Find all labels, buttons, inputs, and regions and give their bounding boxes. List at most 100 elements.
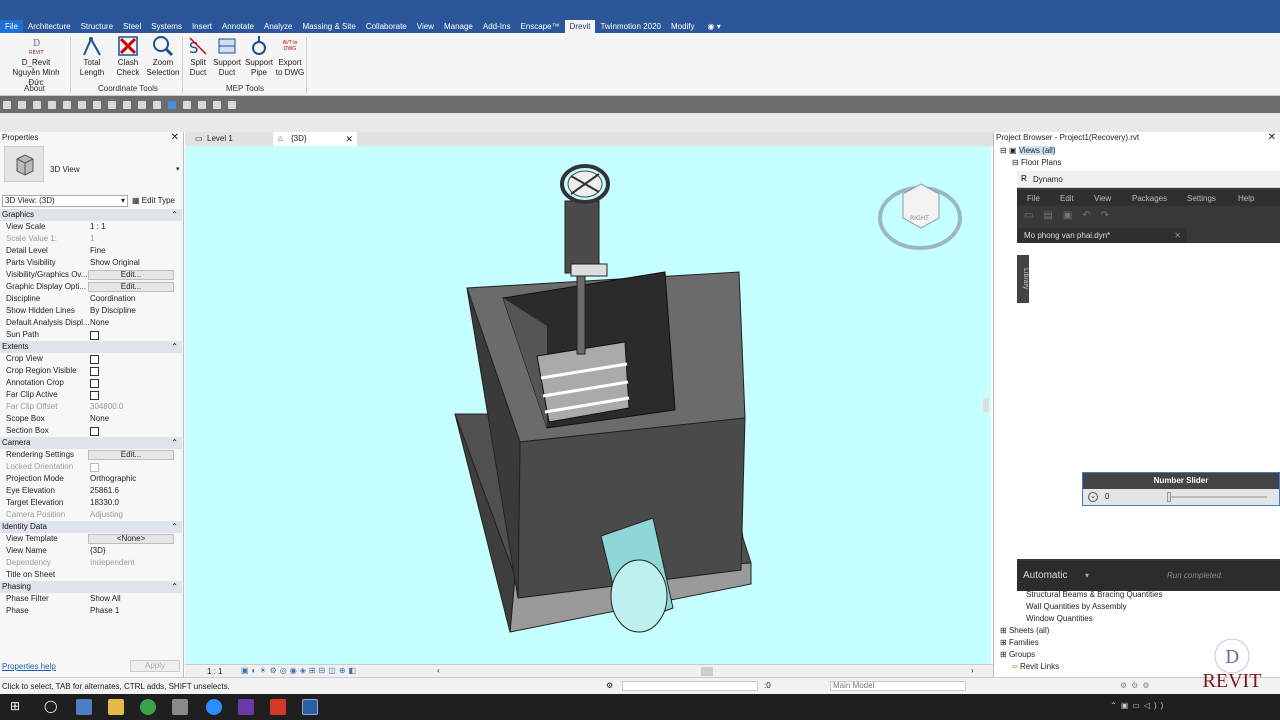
group-phasing[interactable]: Phasing ⌃ (0, 581, 182, 593)
sun-path-checkbox[interactable] (90, 331, 99, 340)
slider-thumb[interactable] (1167, 492, 1171, 502)
chevron-right-icon[interactable]: › (971, 666, 974, 675)
undo-icon[interactable] (48, 100, 56, 109)
prop-row[interactable]: Default Analysis Displ... None (0, 317, 180, 329)
prop-row[interactable]: Title on Sheet (0, 569, 180, 581)
tab-enscape[interactable]: Enscape™ (515, 20, 564, 33)
revit-taskbar-icon[interactable] (302, 699, 318, 715)
support-duct-button[interactable]: Support Duct (212, 35, 242, 78)
prop-row[interactable]: Discipline Coordination (0, 293, 180, 305)
dynamo-menu-edit[interactable]: Edit (1060, 194, 1074, 203)
zoom-selection-button[interactable]: Zoom Selection (146, 35, 180, 78)
tab-file[interactable]: File (0, 20, 23, 33)
prop-row[interactable]: Target Elevation 18330.0 (0, 497, 180, 509)
tree-item[interactable]: Structural Beams & Bracing Quantities (1026, 590, 1163, 599)
qat-icon[interactable] (18, 100, 26, 109)
tab-view[interactable]: View (412, 20, 439, 33)
tab-add-ins[interactable]: Add-Ins (478, 20, 516, 33)
chevron-left-icon[interactable]: ‹ (437, 666, 440, 675)
tab-analyze[interactable]: Analyze (259, 20, 297, 33)
print-icon[interactable] (78, 100, 86, 109)
prop-row[interactable]: Scope Box None (0, 413, 180, 425)
tab-twinmotion[interactable]: Twinmotion 2020 (595, 20, 665, 33)
horizontal-scrollbar[interactable] (701, 667, 713, 676)
zoom-icon[interactable] (206, 699, 222, 715)
apply-button[interactable]: Apply (130, 660, 180, 672)
rendering-edit-button[interactable]: Edit... (88, 450, 174, 460)
chevron-down-icon[interactable]: ▾ (1085, 571, 1089, 580)
redo-icon[interactable] (63, 100, 71, 109)
file-explorer-icon[interactable] (108, 699, 124, 715)
close-icon[interactable]: ✕ (345, 132, 353, 146)
qat-icon[interactable] (33, 100, 41, 109)
group-extents[interactable]: Extents ⌃ (0, 341, 182, 353)
prop-value[interactable]: 18330.0 (90, 497, 176, 509)
prop-value[interactable]: Fine (90, 245, 176, 257)
tree-item[interactable]: Window Quantities (1026, 614, 1093, 623)
tree-views-all[interactable]: ⊟ ▣ Views (all) (1000, 146, 1056, 155)
export-dwg-button[interactable]: AVT to DWG Export to DWG (274, 35, 306, 78)
view-control-icons[interactable]: ▣◐☀⚙◎◉◈⊞⊟◫⊕◧ (241, 666, 359, 675)
prop-row[interactable]: Eye Elevation 25861.6 (0, 485, 180, 497)
chrome-icon[interactable] (140, 699, 156, 715)
chevron-down-icon[interactable]: ▾ (176, 165, 180, 173)
total-length-button[interactable]: Total Length (78, 35, 106, 78)
tree-sheets[interactable]: ⊞ Sheets (all) (1000, 626, 1049, 635)
prop-value[interactable]: Show All (90, 593, 176, 605)
tab-collaborate[interactable]: Collaborate (361, 20, 412, 33)
group-identity[interactable]: Identity Data ⌃ (0, 521, 182, 533)
view-template-button[interactable]: <None> (88, 534, 174, 544)
close-icon[interactable]: ✕ (171, 132, 179, 143)
windows-start-icon[interactable]: ⊞ (10, 699, 20, 713)
switch-windows-icon[interactable] (228, 100, 236, 109)
dynamo-file-tab[interactable]: Mo phong van phai.dyn* ✕ (1017, 228, 1187, 243)
dynamo-menu-packages[interactable]: Packages (1132, 194, 1167, 203)
prop-value[interactable]: Phase 1 (90, 605, 176, 617)
ribbon-toggle-icon[interactable]: ◉ ▾ (708, 22, 721, 31)
worksets-icon[interactable]: ⚙ (606, 681, 613, 690)
dynamo-menu-file[interactable]: File (1027, 194, 1040, 203)
calculator-icon[interactable] (76, 699, 92, 715)
gdo-edit-button[interactable]: Edit... (88, 282, 174, 292)
prop-value[interactable]: None (90, 317, 176, 329)
app-icon[interactable] (172, 699, 188, 715)
prop-value[interactable]: {3D} (90, 545, 176, 557)
far-clip-checkbox[interactable] (90, 391, 99, 400)
tab-level-1[interactable]: ▭ Level 1 (189, 132, 267, 146)
clash-check-button[interactable]: Clash Check (114, 35, 142, 78)
prop-row[interactable]: Projection Mode Orthographic (0, 473, 180, 485)
viewcube-label[interactable]: RIGHT (910, 215, 929, 222)
properties-help-link[interactable]: Properties help (2, 662, 56, 671)
tree-groups[interactable]: ⊞ Groups (1000, 650, 1035, 659)
tree-floor-plans[interactable]: ⊟ Floor Plans (1012, 158, 1061, 167)
tab-systems[interactable]: Systems (146, 20, 187, 33)
group-camera[interactable]: Camera ⌃ (0, 437, 182, 449)
app-icon[interactable] (238, 699, 254, 715)
group-graphics[interactable]: Graphics ⌃ (0, 209, 182, 221)
qat-icon[interactable] (3, 100, 11, 109)
dynamo-menu-help[interactable]: Help (1238, 194, 1254, 203)
dynamo-menu-view[interactable]: View (1094, 194, 1111, 203)
prop-value[interactable]: 1 : 1 (90, 221, 176, 233)
run-mode-select[interactable]: Automatic (1023, 570, 1067, 581)
view-scale[interactable]: 1 : 1 (207, 667, 223, 676)
split-duct-button[interactable]: S Split Duct (186, 35, 210, 78)
vg-edit-button[interactable]: Edit... (88, 270, 174, 280)
prop-value[interactable]: Show Original (90, 257, 176, 269)
dynamo-menu-settings[interactable]: Settings (1187, 194, 1216, 203)
workset-select[interactable] (622, 681, 758, 691)
tab-insert[interactable]: Insert (187, 20, 217, 33)
qat-icon[interactable] (213, 100, 221, 109)
dynamo-toolbar-icons[interactable]: ▭▤▣↶↷ (1024, 210, 1144, 226)
tree-families[interactable]: ⊞ Families (1000, 638, 1039, 647)
tab-architecture[interactable]: Architecture (23, 20, 76, 33)
support-pipe-button[interactable]: Support Pipe (244, 35, 274, 78)
design-option-select[interactable]: Main Model (830, 681, 966, 691)
3d-viewport[interactable]: RIGHT (185, 146, 991, 664)
thin-lines-icon[interactable] (168, 100, 176, 109)
prop-row[interactable]: View Name {3D} (0, 545, 180, 557)
prop-row[interactable]: View Scale 1 : 1 (0, 221, 180, 233)
edit-type-button[interactable]: ▦ Edit Type (132, 194, 180, 207)
tab-manage[interactable]: Manage (439, 20, 478, 33)
qat-icon[interactable] (153, 100, 161, 109)
